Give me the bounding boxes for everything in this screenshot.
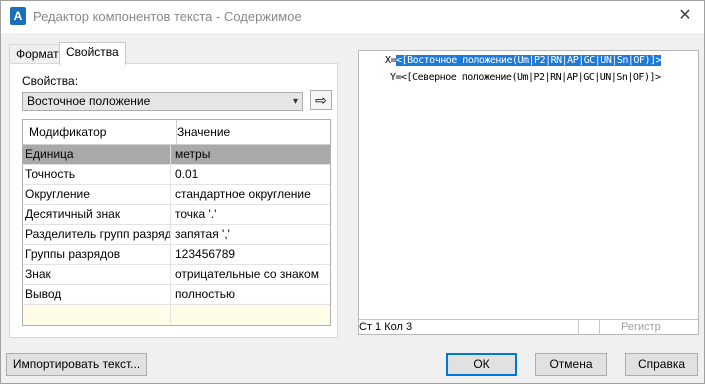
row-value[interactable]: запятая ',': [171, 225, 330, 244]
register-indicator: Регистр: [621, 321, 661, 333]
title-bar: A Редактор компонентов текста - Содержим…: [1, 1, 704, 33]
table-row[interactable]: Десятичный знак точка '.': [23, 205, 330, 225]
tab-properties[interactable]: Свойства: [59, 42, 126, 65]
status-bar: Ст 1 Кол 3 Регистр: [359, 319, 698, 335]
table-row[interactable]: Вывод полностью: [23, 285, 330, 305]
row-modifier: Разделитель групп разряд: [23, 225, 171, 244]
row-value[interactable]: отрицательные со знаком: [171, 265, 330, 284]
grid-header: Модификатор Значение: [23, 120, 330, 145]
preview-x-prefix: X=: [385, 55, 397, 66]
window-title: Редактор компонентов текста - Содержимое: [33, 9, 302, 24]
modifier-grid: Модификатор Значение Единица метры Точно…: [22, 119, 331, 326]
row-value[interactable]: 123456789: [171, 245, 330, 264]
row-value[interactable]: полностью: [171, 285, 330, 304]
row-modifier: Вывод: [23, 285, 171, 304]
header-modifier: Модификатор: [23, 120, 177, 144]
header-value: Значение: [177, 125, 231, 139]
row-modifier: Знак: [23, 265, 171, 284]
properties-label: Свойства:: [22, 74, 79, 88]
table-row[interactable]: Группы разрядов 123456789: [23, 245, 330, 265]
properties-dropdown-value: Восточное положение: [27, 94, 151, 108]
arrow-right-icon: ⇨: [315, 92, 327, 108]
insert-property-button[interactable]: ⇨: [310, 90, 332, 110]
row-modifier: Десятичный знак: [23, 205, 171, 224]
close-icon[interactable]: ✕: [674, 5, 696, 27]
cursor-position: Ст 1 Кол 3: [359, 321, 413, 333]
preview-x-selection[interactable]: <[Восточное положение(Um|P2|RN|AP|GC|UN|…: [396, 55, 662, 66]
table-row[interactable]: Точность 0.01: [23, 165, 330, 185]
row-modifier: Точность: [23, 165, 171, 184]
app-icon: A: [10, 7, 26, 25]
empty-row[interactable]: [23, 305, 330, 325]
row-value[interactable]: метры: [171, 145, 330, 164]
properties-panel: Свойства: Восточное положение ▾ ⇨ Модифи…: [9, 63, 338, 338]
row-modifier: Единица: [23, 145, 171, 164]
tab-format[interactable]: Формат: [9, 44, 66, 64]
row-value[interactable]: 0.01: [171, 165, 330, 184]
status-divider: [599, 320, 600, 335]
preview-line-x[interactable]: X=<[Восточное положение(Um|P2|RN|AP|GC|U…: [385, 55, 662, 66]
text-preview-editor[interactable]: X=<[Восточное положение(Um|P2|RN|AP|GC|U…: [358, 50, 699, 335]
row-value[interactable]: стандартное округление: [171, 185, 330, 204]
import-text-button[interactable]: Импортировать текст...: [6, 353, 147, 376]
table-row[interactable]: Разделитель групп разряд запятая ',': [23, 225, 330, 245]
table-row[interactable]: Знак отрицательные со знаком: [23, 265, 330, 285]
row-modifier: Округление: [23, 185, 171, 204]
status-divider: [578, 320, 579, 335]
properties-dropdown[interactable]: Восточное положение ▾: [22, 92, 303, 111]
text-component-editor-dialog: A Редактор компонентов текста - Содержим…: [0, 0, 705, 384]
ok-button[interactable]: ОК: [446, 353, 517, 376]
help-button[interactable]: Справка: [625, 353, 698, 376]
table-row[interactable]: Единица метры: [23, 145, 330, 165]
row-value[interactable]: точка '.': [171, 205, 330, 224]
table-row[interactable]: Округление стандартное округление: [23, 185, 330, 205]
preview-line-y[interactable]: Y=<[Северное положение(Um|P2|RN|AP|GC|UN…: [390, 72, 661, 83]
empty-row-value[interactable]: [171, 305, 330, 324]
row-modifier: Группы разрядов: [23, 245, 171, 264]
empty-row-modifier: [23, 305, 171, 324]
chevron-down-icon: ▾: [292, 96, 298, 107]
cancel-button[interactable]: Отмена: [535, 353, 607, 376]
